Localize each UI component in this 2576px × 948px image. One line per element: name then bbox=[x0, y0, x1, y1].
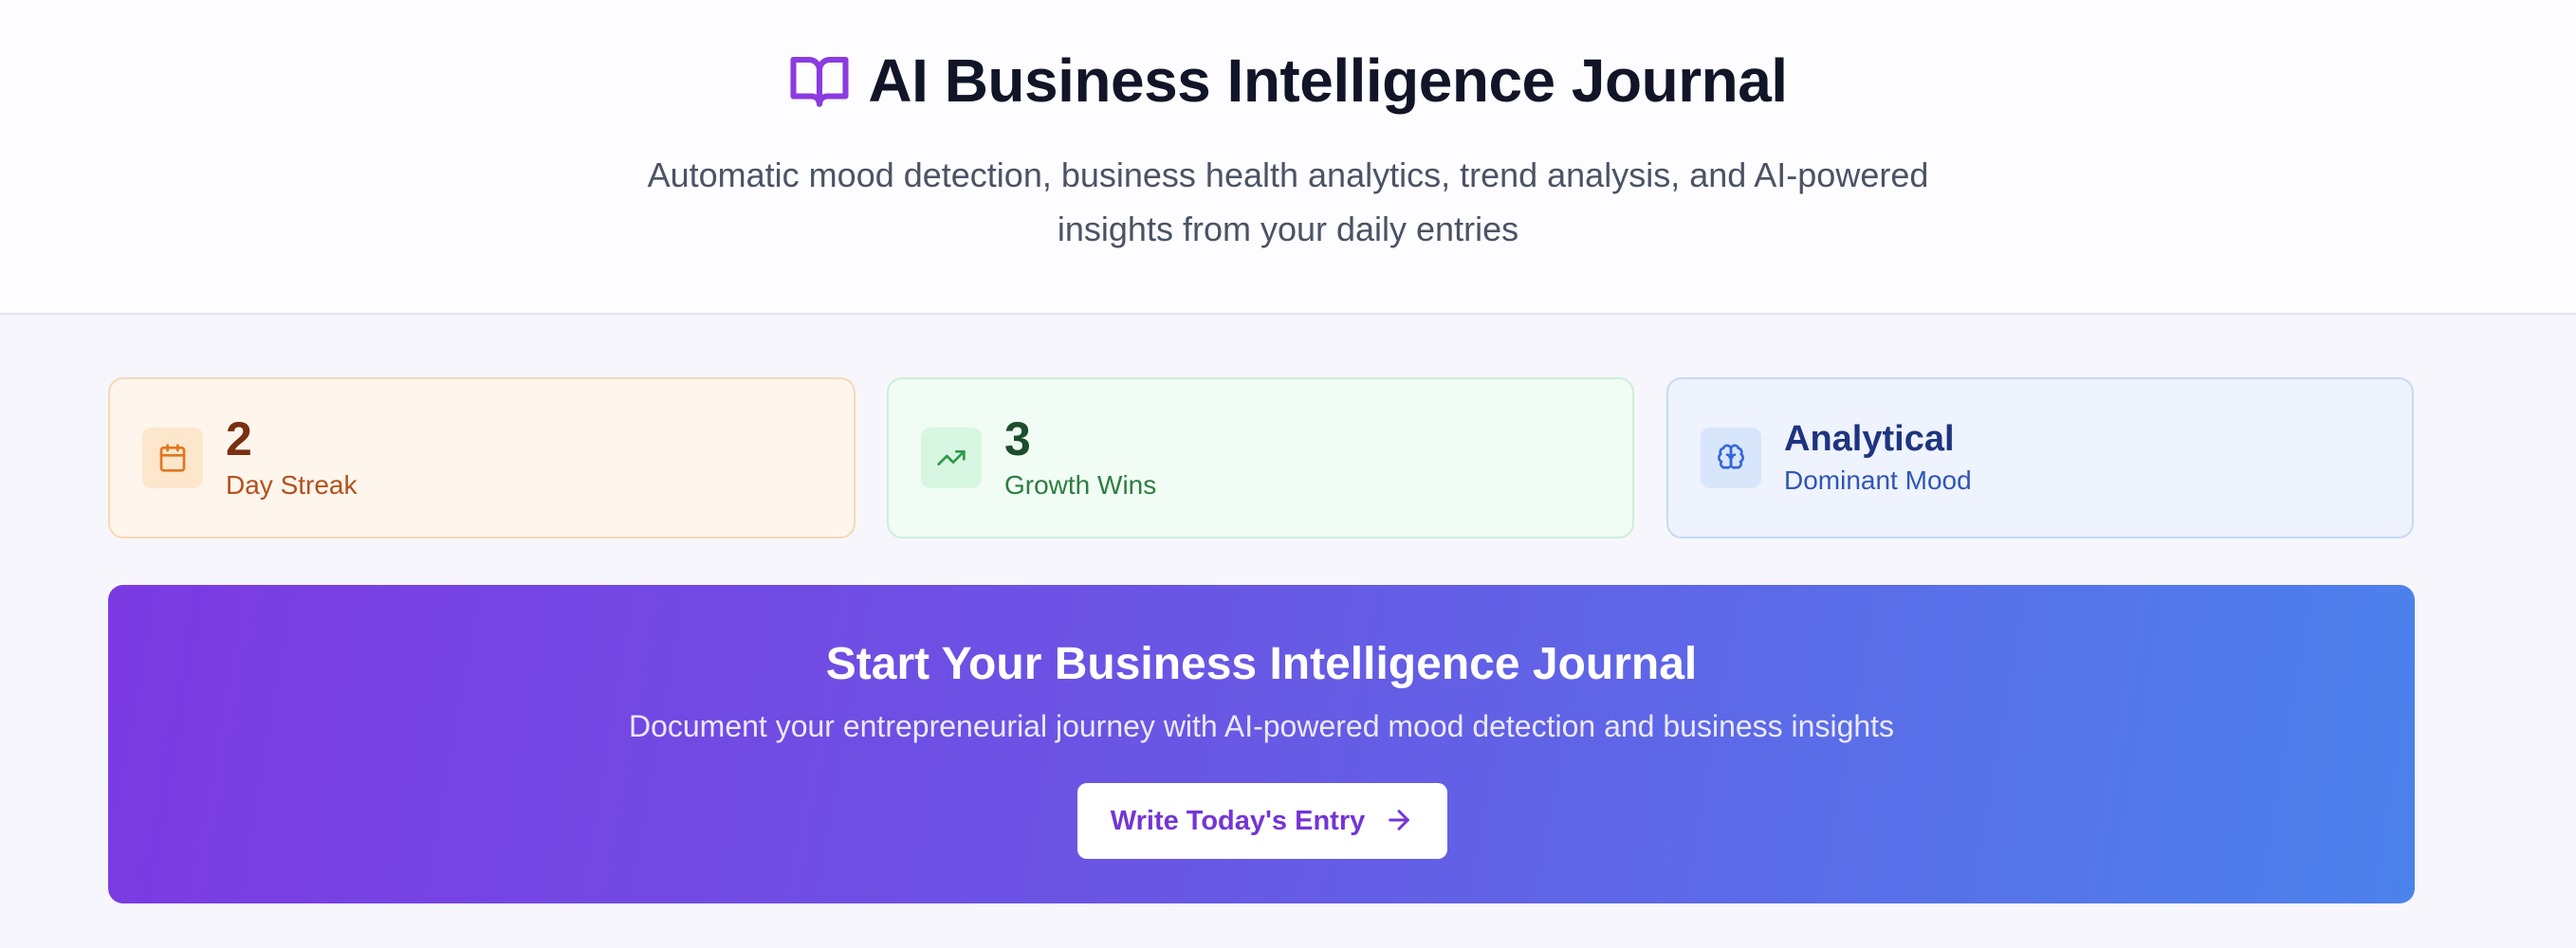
brain-icon bbox=[1701, 428, 1761, 488]
arrow-right-icon bbox=[1384, 805, 1414, 838]
stat-card-streak: 2 Day Streak bbox=[108, 377, 856, 538]
page-subtitle: Automatic mood detection, business healt… bbox=[647, 155, 1929, 248]
stat-label: Growth Wins bbox=[1004, 470, 1157, 500]
write-entry-button-label: Write Today's Entry bbox=[1110, 805, 1366, 836]
write-entry-button[interactable]: Write Today's Entry bbox=[1077, 783, 1447, 859]
banner-title: Start Your Business Intelligence Journal bbox=[825, 639, 1698, 689]
stat-value: 2 bbox=[226, 412, 252, 465]
stat-value: 3 bbox=[1004, 412, 1031, 465]
stat-label: Day Streak bbox=[226, 470, 358, 500]
banner-subtitle: Document your entrepreneurial journey wi… bbox=[628, 709, 1895, 743]
page-title: AI Business Intelligence Journal bbox=[868, 46, 1788, 115]
stat-card-mood: Analytical Dominant Mood bbox=[1666, 377, 2414, 538]
trending-up-icon bbox=[921, 428, 982, 488]
calendar-icon bbox=[142, 428, 203, 488]
stat-label: Dominant Mood bbox=[1784, 465, 1972, 495]
journal-cta-banner: Start Your Business Intelligence Journal… bbox=[108, 585, 2415, 903]
title-row: AI Business Intelligence Journal bbox=[0, 46, 2576, 116]
page-header: AI Business Intelligence Journal Automat… bbox=[0, 0, 2576, 315]
book-open-icon bbox=[788, 49, 851, 112]
stat-card-wins: 3 Growth Wins bbox=[887, 377, 1634, 538]
stat-value: Analytical bbox=[1784, 419, 1955, 459]
